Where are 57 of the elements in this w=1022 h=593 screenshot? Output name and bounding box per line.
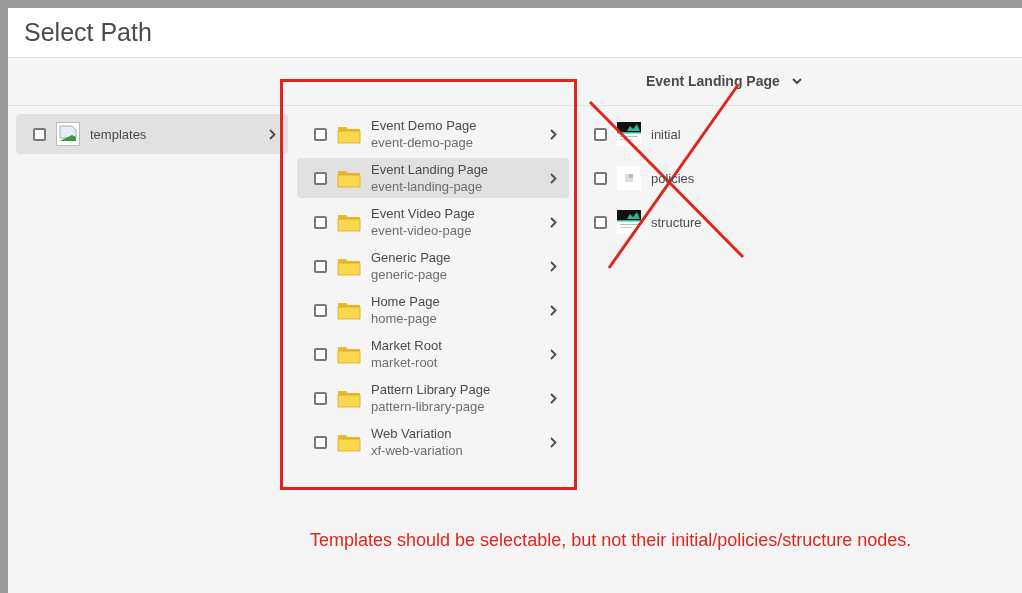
column-item[interactable]: Event Landing Page event-landing-page <box>297 158 569 198</box>
checkbox[interactable] <box>594 127 607 141</box>
chevron-down-icon <box>791 78 802 85</box>
checkbox[interactable] <box>314 435 327 449</box>
item-name: generic-page <box>371 266 448 283</box>
breadcrumb-dropdown[interactable]: Event Landing Page <box>646 71 802 92</box>
checkbox[interactable] <box>314 171 327 185</box>
item-name: pattern-library-page <box>371 398 486 415</box>
column-item[interactable]: Event Video Page event-video-page <box>297 202 569 242</box>
item-name: market-root <box>371 354 439 371</box>
folder-icon <box>337 300 361 320</box>
annotation-note: Templates should be selectable, but not their initial/policies/structure nodes. <box>310 529 912 552</box>
checkbox[interactable] <box>314 127 327 141</box>
item-title: structure <box>651 213 703 231</box>
folder-icon <box>337 344 361 364</box>
checkbox[interactable] <box>314 347 327 361</box>
column-item[interactable]: Home Page home-page <box>297 290 569 330</box>
item-name: event-video-page <box>371 222 473 239</box>
column-item[interactable]: Web Variation xf-web-variation <box>297 422 569 462</box>
broken-image-icon <box>56 122 80 146</box>
checkbox[interactable] <box>33 127 46 141</box>
item-title: Web Variation <box>371 425 453 442</box>
checkbox[interactable] <box>594 215 607 229</box>
item-title: Event Video Page <box>371 205 476 222</box>
folder-icon <box>337 256 361 276</box>
item-title: Generic Page <box>371 249 452 266</box>
item-title: templates <box>90 125 148 143</box>
folder-icon <box>337 388 361 408</box>
checkbox[interactable] <box>314 303 327 317</box>
policy-icon <box>617 166 641 190</box>
folder-icon <box>337 432 361 452</box>
item-name: home-page <box>371 310 438 327</box>
dialog-title: Select Path <box>24 16 152 48</box>
folder-icon <box>337 212 361 232</box>
column-item[interactable]: Generic Page generic-page <box>297 246 569 286</box>
item-title: Market Root <box>371 337 443 354</box>
item-name: xf-web-variation <box>371 442 464 459</box>
column-item[interactable]: templates <box>16 114 288 154</box>
column-item[interactable]: structure <box>577 202 877 242</box>
item-title: initial <box>651 125 682 143</box>
item-name: event-landing-page <box>371 178 484 195</box>
item-title: Event Demo Page <box>371 117 478 134</box>
item-title: Home Page <box>371 293 441 310</box>
folder-icon <box>337 124 361 144</box>
folder-icon <box>337 168 361 188</box>
checkbox[interactable] <box>314 215 327 229</box>
checkbox[interactable] <box>314 391 327 405</box>
checkbox[interactable] <box>314 259 327 273</box>
item-title: Event Landing Page <box>371 161 490 178</box>
column-item[interactable]: Event Demo Page event-demo-page <box>297 114 569 154</box>
checkbox[interactable] <box>594 171 607 185</box>
item-name: event-demo-page <box>371 134 474 151</box>
item-title: Pattern Library Page <box>371 381 492 398</box>
page-thumbnail <box>617 210 641 234</box>
column-item[interactable]: Pattern Library Page pattern-library-page <box>297 378 569 418</box>
column-item[interactable]: initial <box>577 114 877 154</box>
column-item[interactable]: Market Root market-root <box>297 334 569 374</box>
